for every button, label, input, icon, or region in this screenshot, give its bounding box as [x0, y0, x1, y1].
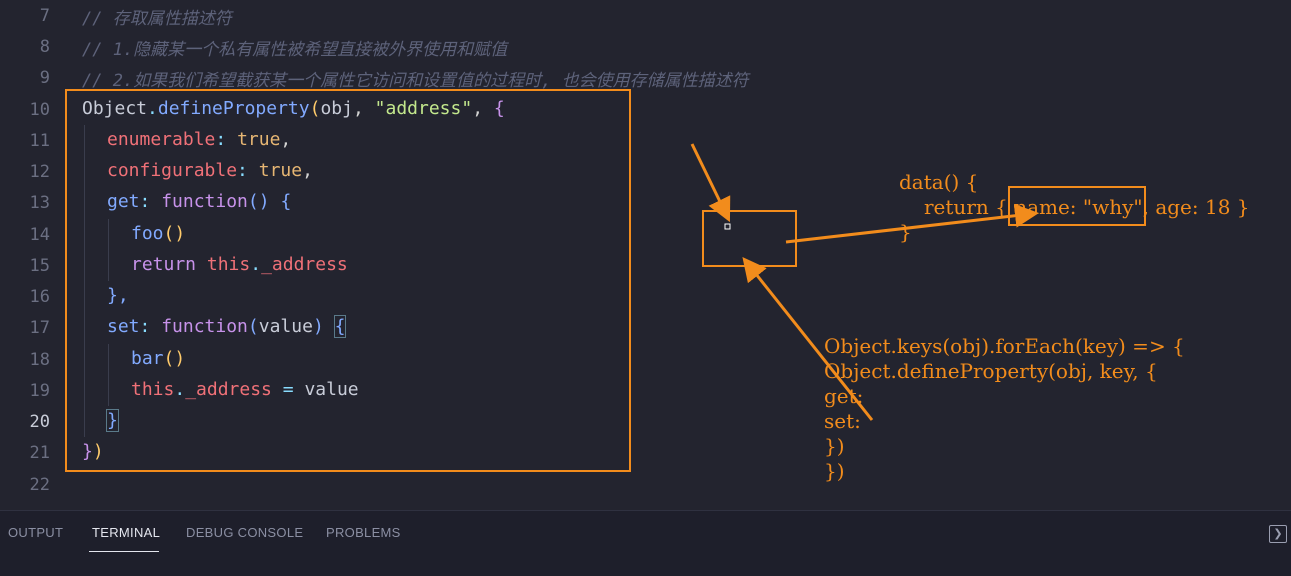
- bottom-panel: OUTPUT TERMINAL DEBUG CONSOLE PROBLEMS ❯: [0, 510, 1291, 576]
- cursor-marker-icon: [724, 223, 731, 230]
- tab-output[interactable]: OUTPUT: [8, 525, 63, 540]
- code-editor[interactable]: 7 8 9 10 11 12 13 14 15 16 17 18 19 20 2…: [0, 0, 1291, 510]
- tab-problems[interactable]: PROBLEMS: [326, 525, 401, 540]
- tab-debug-console[interactable]: DEBUG CONSOLE: [186, 525, 303, 540]
- arrow-down: [690, 143, 731, 223]
- arrow-from-keys: [742, 256, 874, 421]
- annotation-arrows: [690, 143, 1039, 421]
- tab-terminal[interactable]: TERMINAL: [92, 525, 160, 540]
- active-tab-indicator: [89, 551, 159, 552]
- arrow-to-name: [785, 203, 1039, 244]
- chevron-right-box-icon[interactable]: ❯: [1269, 525, 1287, 543]
